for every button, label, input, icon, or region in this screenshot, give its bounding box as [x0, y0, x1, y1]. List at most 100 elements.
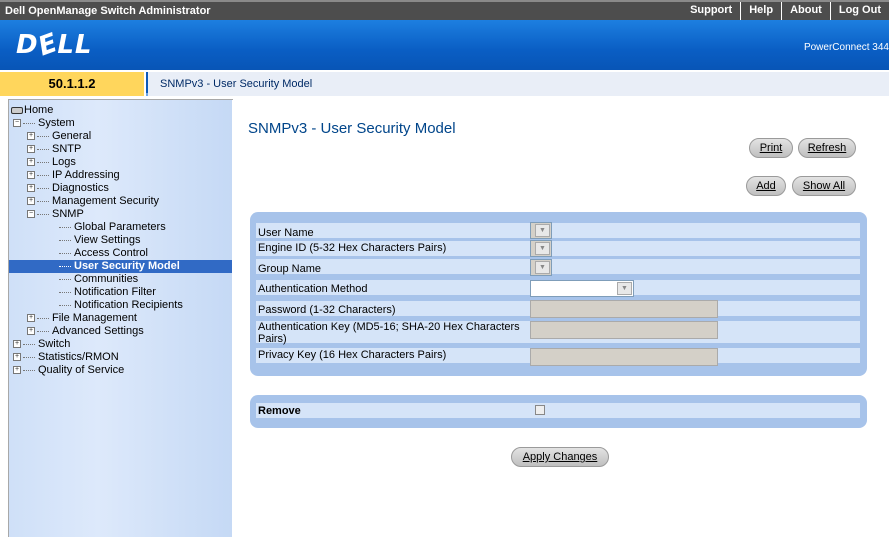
- password-field[interactable]: [530, 300, 718, 318]
- nav-access-control[interactable]: Access Control: [59, 247, 148, 260]
- nav-user-security-model[interactable]: User Security Model: [9, 260, 232, 273]
- expand-icon[interactable]: +: [27, 314, 35, 323]
- nav-system[interactable]: − System: [13, 117, 75, 130]
- expand-icon[interactable]: +: [27, 327, 35, 336]
- expand-icon[interactable]: +: [27, 132, 35, 141]
- refresh-button[interactable]: Refresh: [798, 138, 856, 158]
- nav-label: Home: [24, 104, 54, 116]
- nav-switch[interactable]: + Switch: [13, 338, 70, 351]
- nav-home[interactable]: Home: [11, 104, 53, 117]
- privacy-key-field[interactable]: [530, 348, 718, 366]
- page-breadcrumb: SNMPv3 - User Security Model: [148, 72, 889, 96]
- chevron-down-icon: ▼: [535, 261, 550, 274]
- drive-icon: [11, 106, 23, 114]
- nav-label: Quality of Service: [38, 364, 125, 376]
- add-button[interactable]: Add: [746, 176, 786, 196]
- nav-label: IP Addressing: [52, 169, 120, 181]
- nav-label: File Management: [52, 312, 137, 324]
- chevron-down-icon: ▼: [535, 224, 550, 237]
- collapse-icon[interactable]: −: [13, 119, 21, 128]
- nav-general[interactable]: + General: [27, 130, 91, 143]
- nav-label: Global Parameters: [74, 221, 166, 233]
- expand-icon[interactable]: +: [27, 158, 35, 167]
- nav-label: Notification Filter: [74, 286, 156, 298]
- nav-statistics-rmon[interactable]: + Statistics/RMON: [13, 351, 119, 364]
- nav-quality-of-service[interactable]: + Quality of Service: [13, 364, 124, 377]
- nav-label: Communities: [74, 273, 139, 285]
- nav-label: System: [38, 117, 75, 129]
- expand-icon[interactable]: +: [13, 353, 21, 362]
- nav-notification-filter[interactable]: Notification Filter: [59, 286, 156, 299]
- remove-checkbox[interactable]: [535, 405, 545, 415]
- nav-view-settings[interactable]: View Settings: [59, 234, 140, 247]
- nav-diagnostics[interactable]: + Diagnostics: [27, 182, 109, 195]
- nav-tree: Home − System + General + SNTP + Logs + IP Ad…: [8, 99, 233, 537]
- nav-ip-addressing[interactable]: + IP Addressing: [27, 169, 120, 182]
- banner: DELL PowerConnect 344: [0, 20, 889, 70]
- apply-changes-button[interactable]: Apply Changes: [511, 447, 609, 467]
- nav-label: Management Security: [52, 195, 159, 207]
- expand-icon[interactable]: +: [27, 184, 35, 193]
- engine-id-select[interactable]: ▼: [530, 240, 552, 257]
- product-name: PowerConnect 344: [803, 42, 889, 53]
- about-link[interactable]: About: [781, 2, 830, 20]
- nav-label: User Security Model: [74, 260, 180, 272]
- nav-label: Switch: [38, 338, 71, 350]
- auth-key-label: Authentication Key (MD5-16; SHA-20 Hex C…: [258, 321, 520, 345]
- top-bar: Dell OpenManage Switch Administrator Sup…: [0, 0, 889, 20]
- group-name-label: Group Name: [258, 263, 321, 275]
- user-name-select[interactable]: ▼: [530, 222, 552, 239]
- user-name-label: User Name: [258, 227, 314, 239]
- nav-label: General: [52, 130, 92, 142]
- nav-snmp[interactable]: − SNMP: [27, 208, 84, 221]
- show-all-button[interactable]: Show All: [792, 176, 856, 196]
- device-ip: 50.1.1.2: [0, 72, 146, 96]
- nav-label: Diagnostics: [52, 182, 109, 194]
- nav-label: Logs: [52, 156, 76, 168]
- address-bar: 50.1.1.2 SNMPv3 - User Security Model: [0, 72, 889, 96]
- group-name-row: [256, 259, 860, 274]
- nav-label: Statistics/RMON: [38, 351, 119, 363]
- nav-management-security[interactable]: + Management Security: [27, 195, 159, 208]
- nav-logs[interactable]: + Logs: [27, 156, 76, 169]
- print-button[interactable]: Print: [749, 138, 793, 158]
- group-name-select[interactable]: ▼: [530, 259, 552, 276]
- nav-advanced-settings[interactable]: + Advanced Settings: [27, 325, 144, 338]
- nav-global-parameters[interactable]: Global Parameters: [59, 221, 166, 234]
- expand-icon[interactable]: +: [13, 340, 21, 349]
- chevron-down-icon: ▼: [617, 282, 632, 295]
- auth-method-select[interactable]: ▼: [530, 280, 634, 297]
- logout-link[interactable]: Log Out: [829, 2, 889, 20]
- help-link[interactable]: Help: [740, 2, 781, 20]
- remove-label: Remove: [258, 405, 301, 417]
- auth-method-label: Authentication Method: [258, 283, 368, 295]
- nav-label: SNTP: [52, 143, 82, 155]
- auth-key-label-line1: Authentication Key (MD5-16; SHA-20 Hex C…: [258, 321, 520, 333]
- dell-logo: DELL: [16, 27, 93, 63]
- nav-notification-recipients[interactable]: Notification Recipients: [59, 299, 183, 312]
- nav-label: Advanced Settings: [52, 325, 144, 337]
- top-links: Support Help About Log Out: [682, 2, 889, 20]
- nav-sntp[interactable]: + SNTP: [27, 143, 81, 156]
- password-label: Password (1-32 Characters): [258, 304, 396, 316]
- expand-icon[interactable]: +: [27, 197, 35, 206]
- page-title: SNMPv3 - User Security Model: [248, 120, 456, 137]
- support-link[interactable]: Support: [682, 2, 740, 20]
- auth-key-field[interactable]: [530, 321, 718, 339]
- expand-icon[interactable]: +: [13, 366, 21, 375]
- chevron-down-icon: ▼: [535, 242, 550, 255]
- nav-file-management[interactable]: + File Management: [27, 312, 137, 325]
- privacy-key-label: Privacy Key (16 Hex Characters Pairs): [258, 349, 447, 361]
- collapse-icon[interactable]: −: [27, 210, 35, 219]
- nav-communities[interactable]: Communities: [59, 273, 138, 286]
- nav-label: Access Control: [74, 247, 148, 259]
- nav-label: SNMP: [52, 208, 84, 220]
- nav-label: Notification Recipients: [74, 299, 183, 311]
- app-title: Dell OpenManage Switch Administrator: [5, 5, 211, 17]
- expand-icon[interactable]: +: [27, 171, 35, 180]
- remove-row: [256, 403, 860, 418]
- nav-label: View Settings: [74, 234, 141, 246]
- expand-icon[interactable]: +: [27, 145, 35, 154]
- user-name-row: [256, 223, 860, 238]
- engine-id-label: Engine ID (5-32 Hex Characters Pairs): [258, 242, 447, 254]
